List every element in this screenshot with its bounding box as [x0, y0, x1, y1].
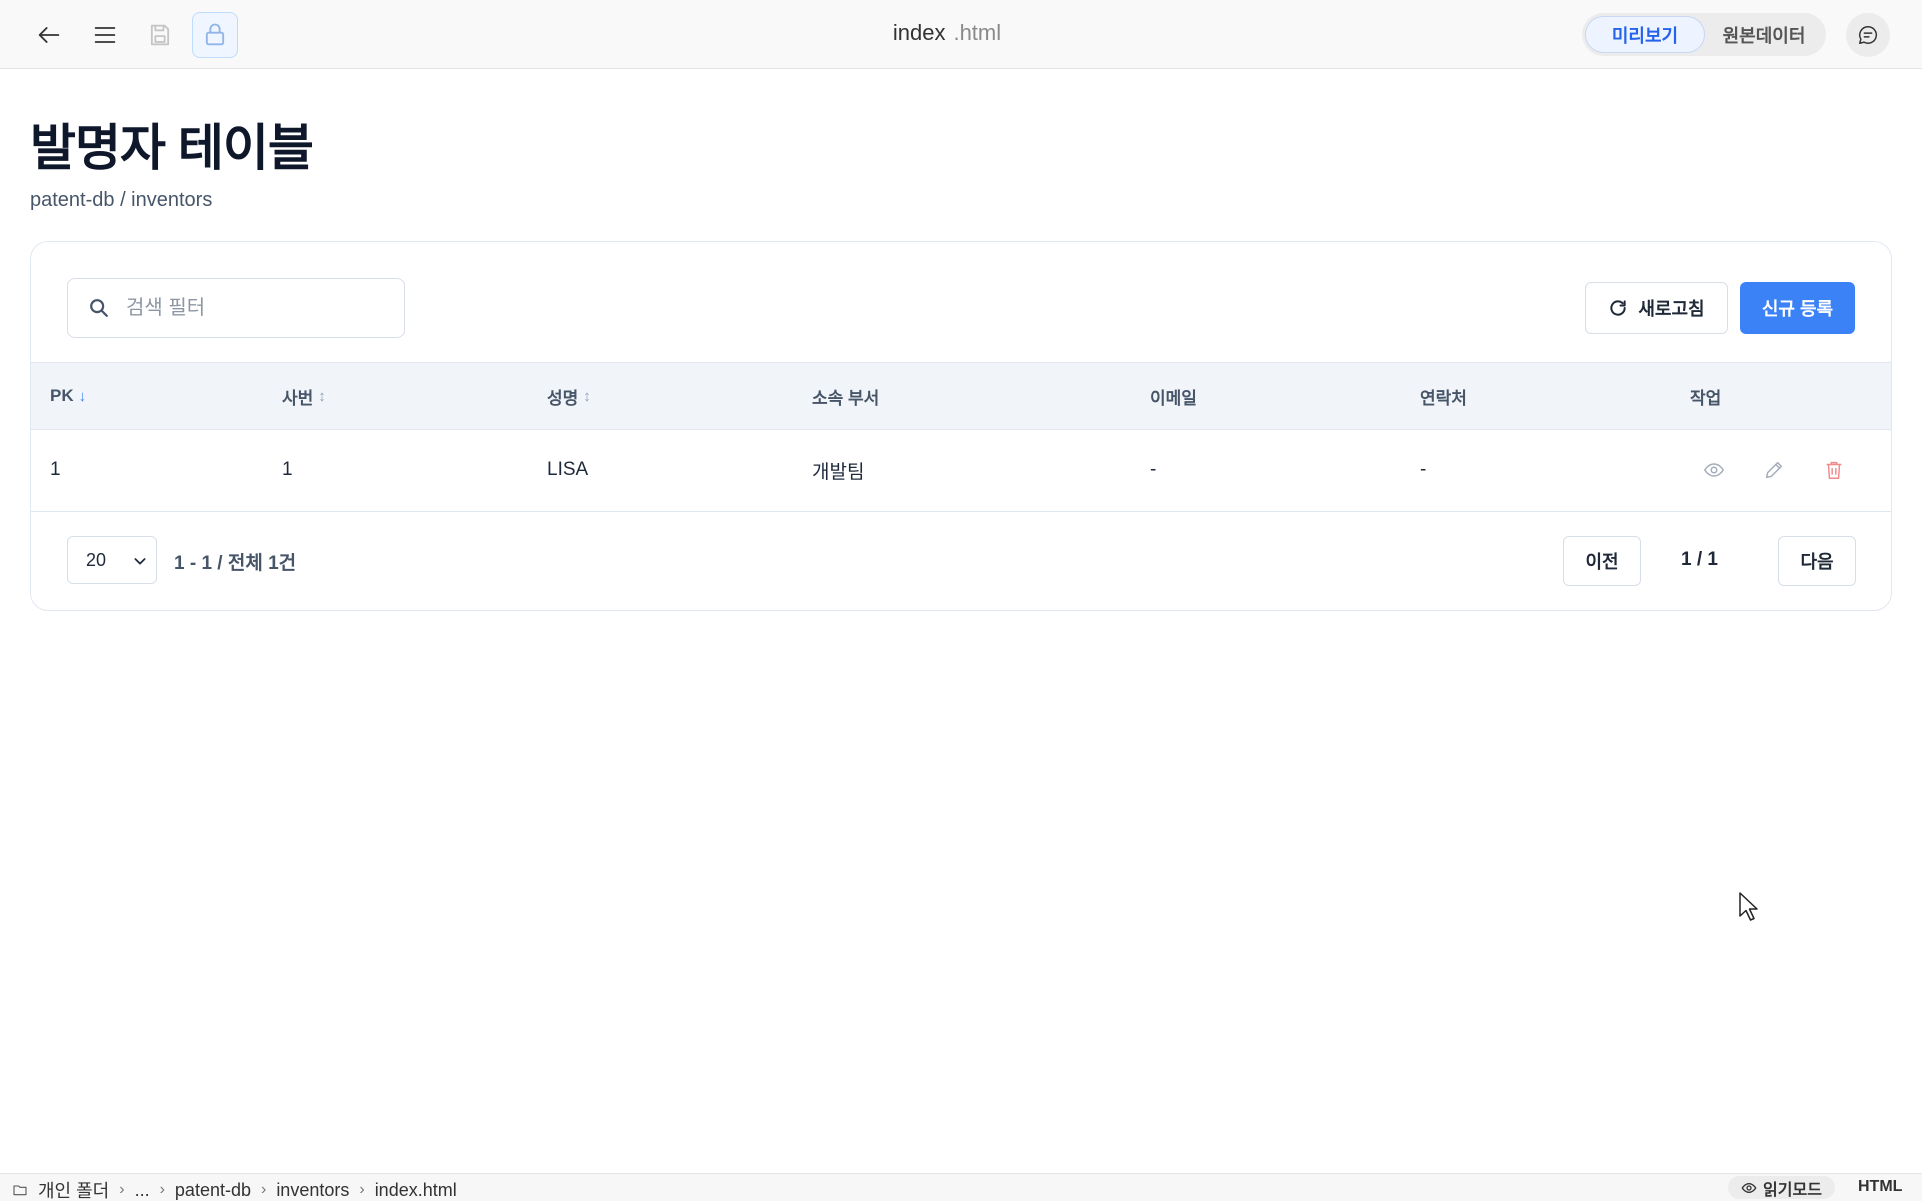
page-size-select[interactable]: 20 [67, 536, 157, 584]
top-bar: index .html 미리보기 원본데이터 [0, 0, 1922, 69]
breadcrumb-item[interactable]: index.html [375, 1180, 457, 1201]
cell-pk: 1 [50, 459, 61, 480]
view-mode-toggle: 미리보기 원본데이터 [1582, 13, 1826, 56]
edit-button[interactable] [1758, 454, 1790, 486]
file-extension: .html [953, 20, 1002, 45]
table-card: 새로고침 신규 등록 PK↓ 사번↕ 성명↕ 소속 부서 이메일 연락처 작업 … [30, 241, 1892, 611]
file-breadcrumb: 개인 폴더 › ... › patent-db › inventors › in… [12, 1177, 457, 1201]
column-label: 작업 [1690, 388, 1722, 408]
next-page-button[interactable]: 다음 [1778, 536, 1856, 586]
pencil-icon [1765, 461, 1783, 479]
search-box [67, 278, 405, 338]
page-size-value: 20 [86, 549, 107, 570]
sort-icon: ↕ [583, 387, 591, 405]
cell-name: LISA [547, 459, 589, 480]
column-header-name[interactable]: 성명 ↕ [547, 363, 591, 429]
delete-button[interactable] [1818, 454, 1850, 486]
chevron-right-icon: › [359, 1181, 365, 1198]
language-indicator[interactable]: HTML [1858, 1178, 1902, 1196]
sort-desc-icon: ↓ [78, 387, 87, 405]
prev-page-button[interactable]: 이전 [1563, 536, 1641, 586]
preview-tab[interactable]: 미리보기 [1585, 16, 1705, 53]
column-header-actions: 작업 [1690, 363, 1721, 429]
cell-email: - [1150, 459, 1157, 480]
breadcrumb-item[interactable]: inventors [276, 1180, 349, 1201]
chat-bubble-icon [1859, 26, 1878, 44]
search-icon [90, 299, 108, 317]
cell-department: 개발팀 [812, 461, 865, 483]
column-header-phone: 연락처 [1420, 363, 1467, 429]
mouse-cursor-icon [1739, 892, 1758, 921]
folder-icon [13, 1185, 27, 1196]
table-header: PK ↓ 사번 ↕ 성명 ↕ 소속 부서 이메일 연락처 작업 [31, 362, 1891, 430]
chevron-right-icon: › [119, 1181, 125, 1198]
status-bar: 개인 폴더 › ... › patent-db › inventors › in… [0, 1173, 1922, 1201]
column-label: PK [50, 386, 74, 405]
column-header-pk[interactable]: PK ↓ [50, 363, 86, 429]
column-header-employee-id[interactable]: 사번 ↕ [282, 363, 326, 429]
chevron-right-icon: › [159, 1181, 165, 1198]
column-label: 연락처 [1420, 388, 1467, 408]
column-label: 성명 [547, 388, 579, 408]
chevron-right-icon: › [260, 1181, 267, 1198]
read-mode-label: 읽기모드 [1763, 1181, 1822, 1199]
table-path: patent-db / inventors [30, 189, 213, 211]
page-indicator: 1 / 1 [1681, 549, 1718, 570]
column-label: 소속 부서 [812, 388, 880, 408]
read-mode-button[interactable]: 읽기모드 [1728, 1176, 1835, 1199]
file-name: index [892, 20, 946, 45]
new-record-button[interactable]: 신규 등록 [1740, 282, 1855, 334]
breadcrumb-item[interactable]: 개인 폴더 [38, 1177, 109, 1201]
eye-icon [1703, 463, 1725, 477]
eye-icon [1741, 1182, 1757, 1193]
sort-icon: ↕ [318, 387, 326, 405]
view-button[interactable] [1698, 454, 1730, 486]
page-title: 발명자 테이블 [30, 120, 314, 176]
refresh-label: 새로고침 [1638, 299, 1705, 319]
raw-data-tab[interactable]: 원본데이터 [1705, 16, 1823, 53]
chat-button[interactable] [1846, 13, 1890, 57]
breadcrumb-item[interactable]: patent-db [175, 1180, 251, 1201]
trash-icon [1826, 461, 1842, 479]
column-header-department: 소속 부서 [812, 363, 879, 429]
column-label: 이메일 [1150, 388, 1197, 408]
range-info: 1 - 1 / 전체 1건 [174, 553, 297, 574]
table-row[interactable]: 1 1 LISA 개발팀 - - [31, 430, 1891, 512]
column-header-email: 이메일 [1150, 363, 1197, 429]
cell-employee-id: 1 [282, 459, 293, 480]
chevron-down-icon [134, 558, 146, 565]
cell-phone: - [1420, 459, 1427, 480]
refresh-icon [1610, 300, 1627, 316]
column-label: 사번 [282, 388, 314, 408]
refresh-button[interactable]: 새로고침 [1585, 282, 1728, 334]
breadcrumb-item[interactable]: ... [135, 1180, 150, 1201]
search-input[interactable] [126, 296, 386, 320]
